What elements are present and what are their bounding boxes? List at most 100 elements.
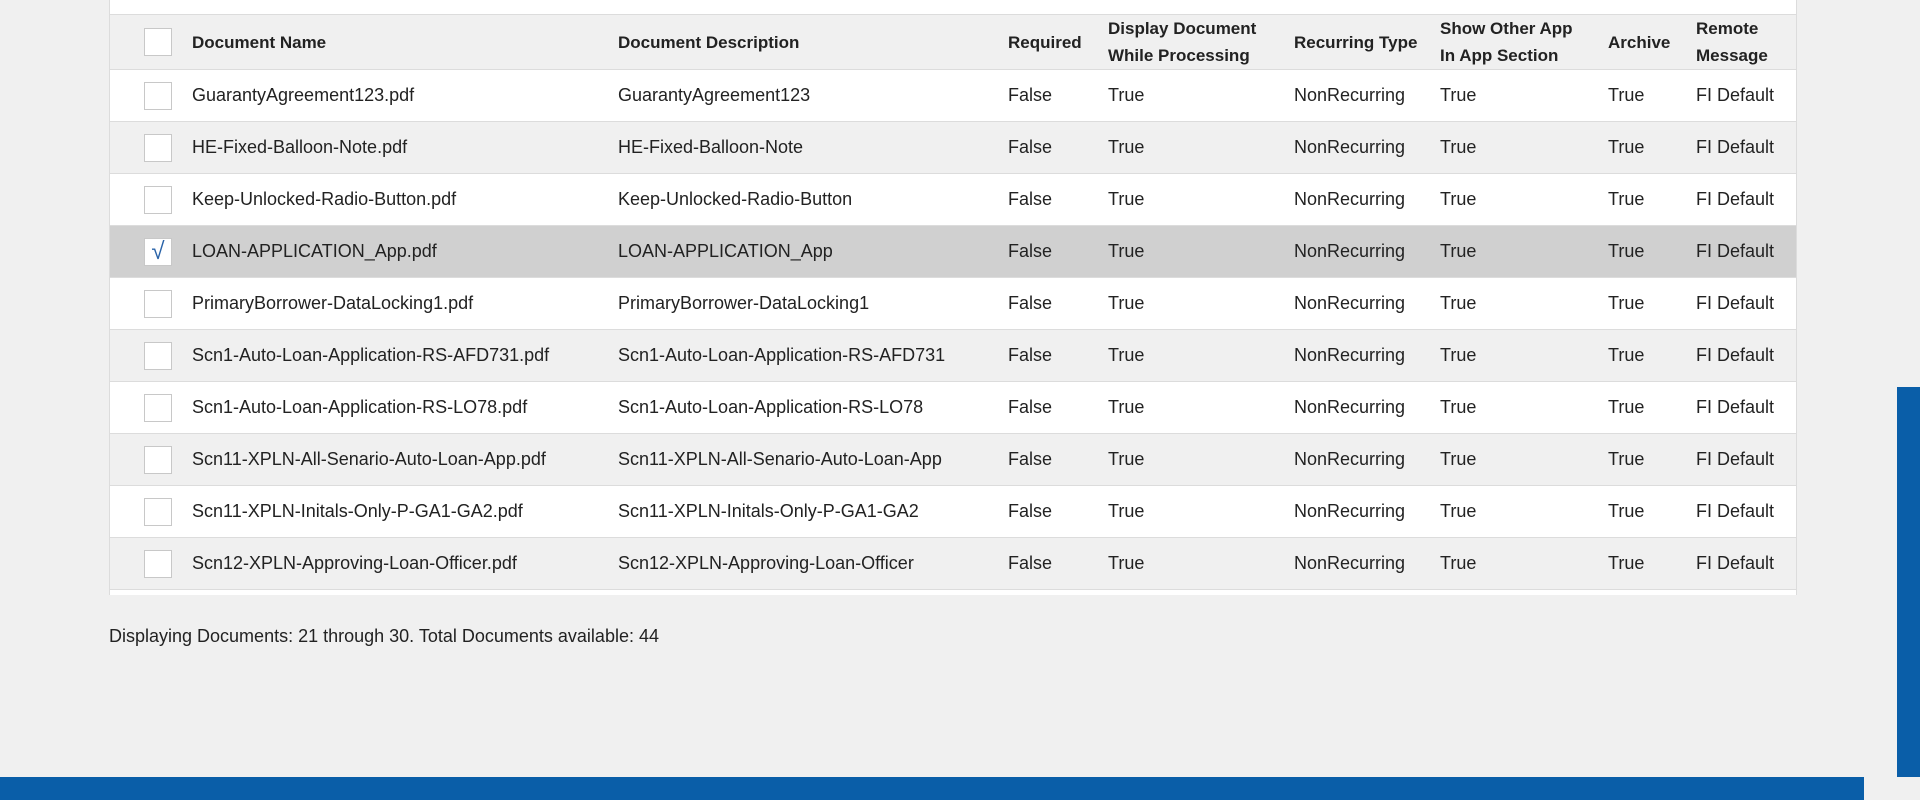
cell-archive: True (1608, 397, 1645, 417)
cell-display-while-processing: True (1108, 85, 1145, 105)
row-checkbox[interactable] (144, 393, 172, 422)
cell-archive: True (1608, 501, 1645, 521)
cell-required: False (1008, 85, 1053, 105)
cell-remote-message: FI Default (1696, 241, 1775, 261)
table-row[interactable]: Scn12-XPLN-Approving-Loan-Officer.pdf Scn… (110, 538, 1796, 590)
bottom-bar (0, 777, 1864, 800)
cell-document-name: Scn1-Auto-Loan-Application-RS-LO78.pdf (192, 397, 528, 417)
cell-document-description: Keep-Unlocked-Radio-Button (618, 189, 853, 209)
header-archive[interactable]: Archive (1608, 15, 1670, 69)
cell-document-name: Scn12-XPLN-Approving-Loan-Officer.pdf (192, 553, 517, 573)
header-show-other-app[interactable]: Show Other App In App Section (1440, 15, 1590, 69)
cell-show-other-app: True (1440, 137, 1477, 157)
cell-recurring-type: NonRecurring (1294, 501, 1406, 521)
cell-display-while-processing: True (1108, 241, 1145, 261)
cell-document-description: Scn11-XPLN-All-Senario-Auto-Loan-App (618, 449, 942, 469)
table-row[interactable]: Keep-Unlocked-Radio-Button.pdf Keep-Unloc… (110, 174, 1796, 226)
table-header-row: Document Name Document Description Requi… (110, 15, 1796, 70)
cell-required: False (1008, 241, 1053, 261)
table-row[interactable]: GuarantyAgreement123.pdf GuarantyAgreemen… (110, 70, 1796, 122)
cell-required: False (1008, 553, 1053, 573)
cell-document-name: Scn11-XPLN-Initals-Only-P-GA1-GA2.pdf (192, 501, 523, 521)
cell-show-other-app: True (1440, 241, 1477, 261)
cell-remote-message: FI Default (1696, 293, 1775, 313)
cell-show-other-app: True (1440, 293, 1477, 313)
header-required[interactable]: Required (1008, 15, 1082, 69)
header-recurring-type[interactable]: Recurring Type (1294, 15, 1424, 69)
cell-document-description: LOAN-APPLICATION_App (618, 241, 833, 261)
cell-show-other-app: True (1440, 553, 1477, 573)
cell-show-other-app: True (1440, 189, 1477, 209)
documents-table: Document Name Document Description Requi… (109, 0, 1797, 595)
table-row[interactable]: √ LOAN-APPLICATION_App.pdf LOAN-APPLICATIO… (110, 226, 1796, 278)
cell-display-while-processing: True (1108, 397, 1145, 417)
cell-show-other-app: True (1440, 501, 1477, 521)
check-icon: √ (151, 237, 165, 265)
table-row[interactable]: HE-Fixed-Balloon-Note.pdf HE-Fixed-Balloo… (110, 122, 1796, 174)
cell-remote-message: FI Default (1696, 553, 1775, 573)
table-row[interactable]: Scn11-XPLN-Initals-Only-P-GA1-GA2.pdf Scn… (110, 486, 1796, 538)
cell-recurring-type: NonRecurring (1294, 397, 1406, 417)
cell-display-while-processing: True (1108, 137, 1145, 157)
cell-display-while-processing: True (1108, 345, 1145, 365)
cell-remote-message: FI Default (1696, 345, 1775, 365)
cell-show-other-app: True (1440, 345, 1477, 365)
table-row[interactable]: PrimaryBorrower-DataLocking1.pdf PrimaryB… (110, 278, 1796, 330)
cell-archive: True (1608, 189, 1645, 209)
cell-archive: True (1608, 449, 1645, 469)
cell-recurring-type: NonRecurring (1294, 345, 1406, 365)
cell-archive: True (1608, 345, 1645, 365)
cell-recurring-type: NonRecurring (1294, 241, 1406, 261)
cell-document-description: Scn1-Auto-Loan-Application-RS-LO78 (618, 397, 924, 417)
cell-required: False (1008, 189, 1053, 209)
row-checkbox[interactable] (144, 185, 172, 214)
cell-remote-message: FI Default (1696, 137, 1775, 157)
cell-recurring-type: NonRecurring (1294, 293, 1406, 313)
cell-recurring-type: NonRecurring (1294, 137, 1406, 157)
cell-required: False (1008, 345, 1053, 365)
row-checkbox[interactable] (144, 549, 172, 578)
cell-remote-message: FI Default (1696, 449, 1775, 469)
table-row[interactable]: Scn1-Auto-Loan-Application-RS-AFD731.pdf… (110, 330, 1796, 382)
select-all-checkbox[interactable] (144, 28, 172, 56)
row-checkbox[interactable] (144, 133, 172, 162)
cell-document-name: Keep-Unlocked-Radio-Button.pdf (192, 189, 457, 209)
row-checkbox[interactable] (144, 445, 172, 474)
cell-recurring-type: NonRecurring (1294, 449, 1406, 469)
cell-archive: True (1608, 293, 1645, 313)
cell-required: False (1008, 397, 1053, 417)
scrollbar-thumb[interactable] (1897, 387, 1920, 777)
table-row[interactable]: Scn11-XPLN-All-Senario-Auto-Loan-App.pdf… (110, 434, 1796, 486)
row-checkbox[interactable] (144, 341, 172, 370)
header-document-description[interactable]: Document Description (618, 15, 799, 69)
header-remote-message[interactable]: Remote Message (1696, 15, 1796, 69)
header-document-name[interactable]: Document Name (192, 15, 326, 69)
table-row[interactable]: Scn1-Auto-Loan-Application-RS-LO78.pdf Sc… (110, 382, 1796, 434)
row-checkbox[interactable]: √ (144, 237, 172, 266)
header-display-while-processing[interactable]: Display Document While Processing (1108, 15, 1288, 69)
cell-archive: True (1608, 553, 1645, 573)
row-checkbox[interactable] (144, 497, 172, 526)
cell-recurring-type: NonRecurring (1294, 189, 1406, 209)
cell-required: False (1008, 449, 1053, 469)
cell-document-name: GuarantyAgreement123.pdf (192, 85, 415, 105)
cell-document-description: Scn12-XPLN-Approving-Loan-Officer (618, 553, 914, 573)
table-top-strip (110, 0, 1796, 15)
cell-display-while-processing: True (1108, 449, 1145, 469)
cell-required: False (1008, 293, 1053, 313)
cell-show-other-app: True (1440, 397, 1477, 417)
table-body: GuarantyAgreement123.pdf GuarantyAgreemen… (110, 70, 1796, 590)
cell-display-while-processing: True (1108, 501, 1145, 521)
cell-required: False (1008, 501, 1053, 521)
cell-remote-message: FI Default (1696, 85, 1775, 105)
cell-archive: True (1608, 241, 1645, 261)
cell-recurring-type: NonRecurring (1294, 85, 1406, 105)
cell-document-name: PrimaryBorrower-DataLocking1.pdf (192, 293, 474, 313)
pagination-summary: Displaying Documents: 21 through 30. Tot… (109, 626, 659, 646)
cell-document-description: GuarantyAgreement123 (618, 85, 811, 105)
cell-show-other-app: True (1440, 449, 1477, 469)
cell-document-description: HE-Fixed-Balloon-Note (618, 137, 804, 157)
cell-display-while-processing: True (1108, 553, 1145, 573)
row-checkbox[interactable] (144, 289, 172, 318)
row-checkbox[interactable] (144, 81, 172, 110)
